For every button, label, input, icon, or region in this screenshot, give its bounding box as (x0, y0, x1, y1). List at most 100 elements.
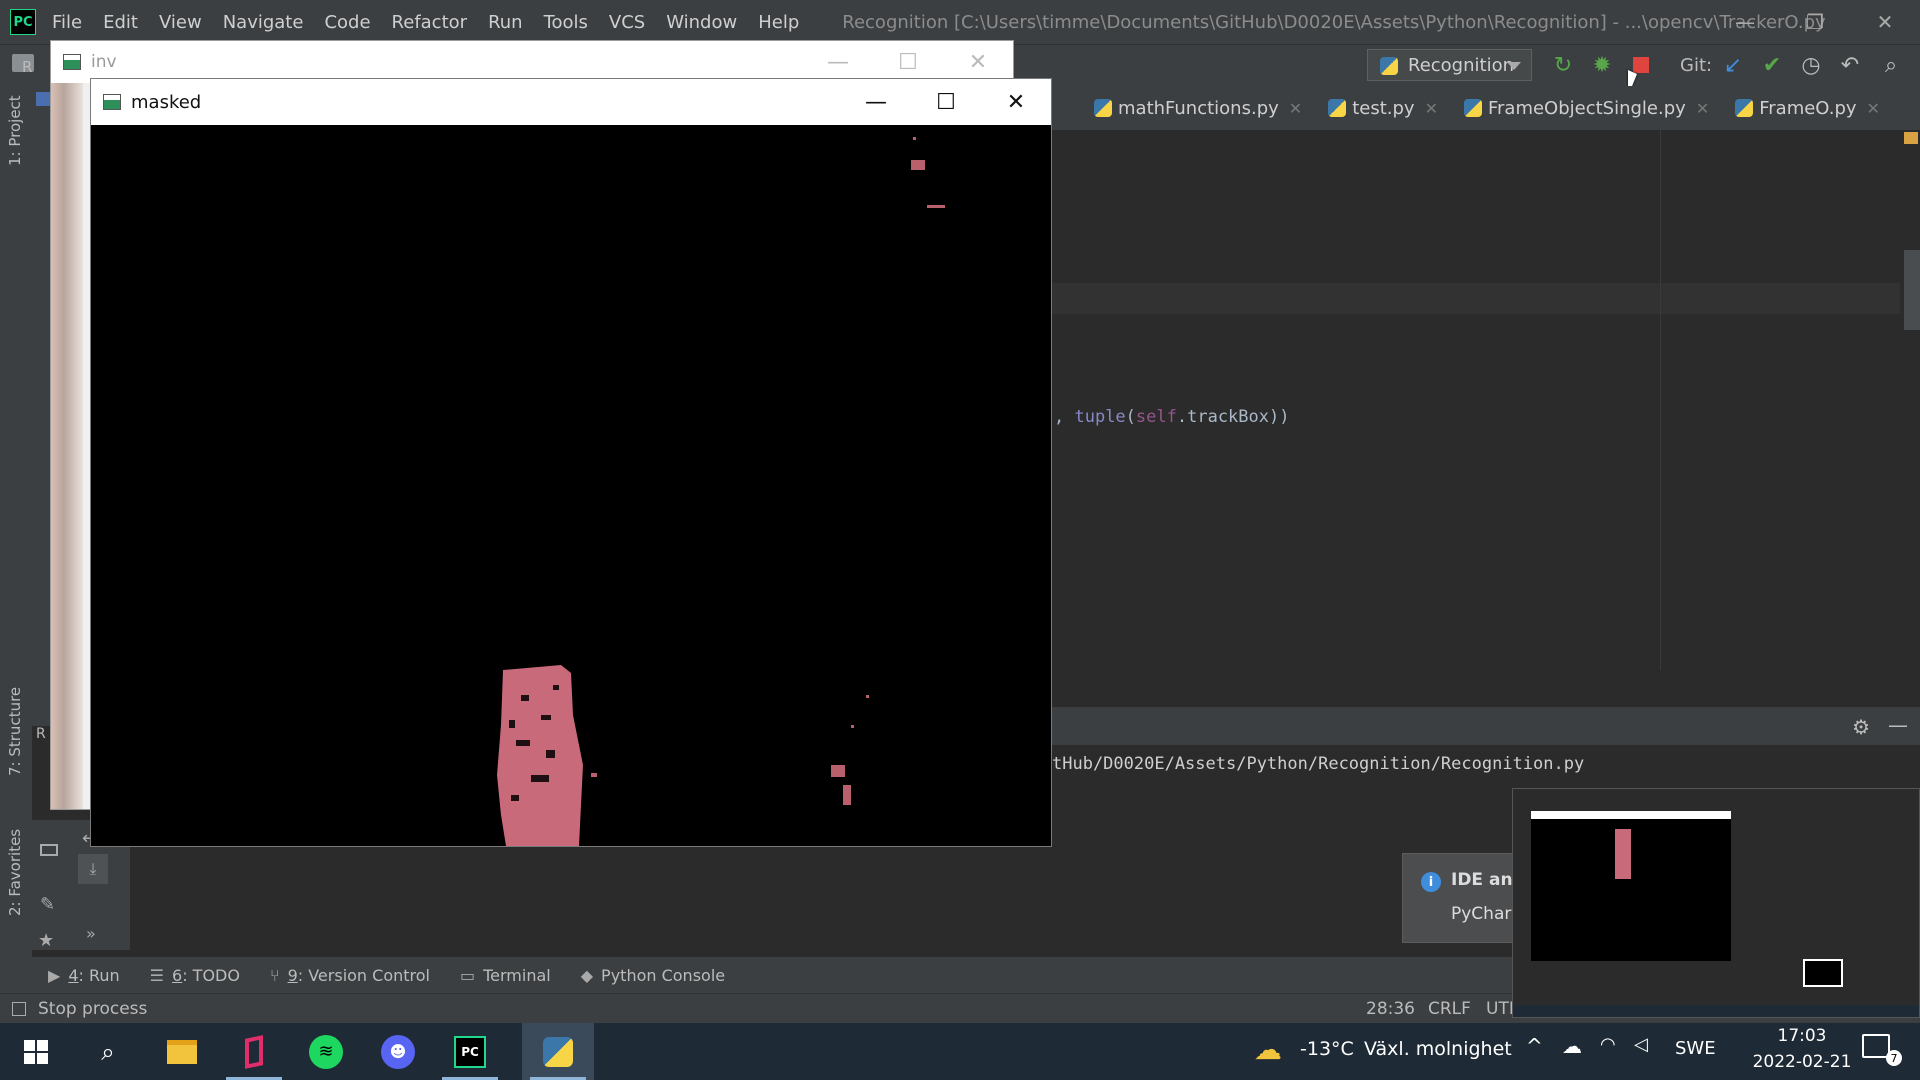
status-toggle-icon[interactable] (12, 1001, 26, 1016)
search-icon[interactable]: ⌕ (72, 1023, 144, 1080)
structure-tool-tab[interactable]: 7: Structure (6, 687, 24, 776)
rerun-icon[interactable]: ↻ (1548, 50, 1578, 80)
tab-test[interactable]: test.py ✕ (1328, 98, 1438, 119)
tab-label: FrameObjectSingle.py (1487, 97, 1686, 119)
onedrive-icon[interactable]: ☁ (1562, 1034, 1582, 1058)
inv-titlebar[interactable]: inv — ☐ ✕ (51, 41, 1013, 83)
tab-frameo[interactable]: FrameO.py ✕ (1735, 98, 1880, 119)
inv-minimize-button[interactable]: — (803, 41, 873, 83)
tab-python-console[interactable]: ◆ Python Console (581, 966, 725, 985)
tab-mathfunctions[interactable]: mathFunctions.py ✕ (1094, 98, 1302, 119)
tab-label: test.py (1352, 97, 1415, 119)
clock-time[interactable]: 17:03 (1752, 1026, 1852, 1046)
inv-maximize-button[interactable]: ☐ (873, 41, 943, 83)
language-indicator[interactable]: SWE (1675, 1038, 1716, 1059)
pycharm-icon: PC (454, 1035, 486, 1068)
masked-maximize-button[interactable]: ☐ (911, 79, 981, 125)
taskbar-python[interactable] (522, 1023, 594, 1080)
taskbar-file-explorer[interactable] (146, 1023, 218, 1080)
ide-close-button[interactable]: ✕ (1850, 0, 1920, 44)
preview-blob (1615, 829, 1631, 879)
menu-window[interactable]: Window (666, 12, 737, 33)
menu-vcs[interactable]: VCS (609, 12, 645, 33)
terminal-icon: ▭ (459, 965, 476, 985)
inv-close-button[interactable]: ✕ (943, 41, 1013, 83)
menu-run[interactable]: Run (488, 12, 523, 33)
layout-icon[interactable] (40, 844, 58, 856)
history-icon[interactable]: ◷ (1796, 50, 1826, 80)
tab-label: mathFunctions.py (1118, 97, 1279, 119)
git-update-icon[interactable]: ↙ (1718, 50, 1748, 80)
menu-file[interactable]: File (52, 12, 82, 33)
tray-chevron-up-icon[interactable]: ^ (1526, 1034, 1543, 1058)
taskbar-pycharm[interactable]: PC (434, 1023, 506, 1080)
inv-image (51, 83, 83, 809)
masked-close-button[interactable]: ✕ (981, 79, 1051, 125)
menu-navigate[interactable]: Navigate (223, 12, 304, 33)
tab-version-control[interactable]: ⑂ 9: Version Control (270, 966, 430, 985)
ide-minimize-button[interactable]: — (1710, 0, 1780, 44)
caret-position[interactable]: 28:36 (1366, 999, 1415, 1019)
project-tool-tab[interactable]: 1: Project (6, 95, 24, 166)
caret-line-highlight (1050, 283, 1920, 314)
start-button[interactable] (0, 1023, 72, 1080)
taskbar-discord[interactable]: ☻ (362, 1023, 434, 1080)
list-icon: ☰ (149, 965, 164, 985)
volume-icon[interactable]: ◁ (1634, 1034, 1648, 1055)
weather-icon[interactable]: ☁ (1254, 1033, 1282, 1066)
masked-window[interactable]: masked — ☐ ✕ (90, 78, 1052, 847)
close-icon[interactable]: ✕ (1289, 99, 1302, 118)
masked-titlebar[interactable]: masked — ☐ ✕ (91, 79, 1051, 125)
project-header-letter: R (22, 58, 33, 76)
taskbar-app-pink[interactable] (218, 1023, 290, 1080)
project-panel-edge: R (32, 86, 50, 742)
star-icon[interactable]: ★ (38, 930, 54, 951)
menu-edit[interactable]: Edit (103, 12, 138, 33)
close-icon[interactable]: ✕ (1867, 99, 1880, 118)
screenshot-preview[interactable] (1512, 788, 1920, 1018)
favorites-tool-tab[interactable]: 2: Favorites (6, 829, 24, 916)
tab-todo[interactable]: ☰ 6: TODO (150, 966, 240, 985)
python-file-icon (1094, 99, 1112, 117)
gear-icon[interactable]: ⚙ (1852, 715, 1870, 739)
code-editor[interactable] (1050, 130, 1920, 670)
wifi-icon[interactable]: ◠ (1600, 1034, 1616, 1055)
notification-popup[interactable]: i IDE and PyCharm (1402, 853, 1514, 943)
python-console-icon: ◆ (580, 965, 594, 985)
close-icon[interactable]: ✕ (1425, 99, 1438, 118)
clock-date[interactable]: 2022-02-21 (1732, 1052, 1872, 1072)
masked-title: masked (131, 91, 202, 113)
scrollbar-thumb[interactable] (1904, 250, 1920, 330)
tab-label: FrameO.py (1759, 97, 1857, 119)
weather-temp[interactable]: -13°C (1300, 1038, 1354, 1060)
masked-minimize-button[interactable]: — (841, 79, 911, 125)
taskbar-spotify[interactable]: ≋ (290, 1023, 362, 1080)
preview-taskbar (1513, 1005, 1919, 1017)
more-icon[interactable]: » (86, 924, 96, 943)
close-icon[interactable]: ✕ (1696, 99, 1709, 118)
menu-refactor[interactable]: Refactor (392, 12, 468, 33)
pin-icon[interactable]: ✎ (40, 894, 55, 915)
weather-text[interactable]: Växl. molnighet (1364, 1038, 1512, 1060)
menu-view[interactable]: View (159, 12, 202, 33)
search-icon[interactable]: ⌕ (1876, 50, 1906, 80)
tab-terminal[interactable]: ▭ Terminal (460, 966, 551, 985)
menu-code[interactable]: Code (324, 12, 370, 33)
masked-image (91, 125, 1051, 846)
line-separator[interactable]: CRLF (1428, 999, 1471, 1019)
editor-scrollbar[interactable] (1900, 130, 1920, 670)
menu-tools[interactable]: Tools (544, 12, 588, 33)
ide-restore-button[interactable]: ❐ (1780, 0, 1850, 44)
minimize-panel-icon[interactable]: — (1888, 713, 1908, 737)
tab-frameobjectsingle[interactable]: FrameObjectSingle.py ✕ (1463, 97, 1709, 119)
play-icon: ▶ (48, 965, 61, 985)
git-commit-icon[interactable]: ✔ (1757, 50, 1787, 80)
run-output-line: tHub/D0020E/Assets/Python/Recognition/Re… (1052, 754, 1585, 774)
scroll-to-end-icon[interactable]: ⤓ (78, 854, 108, 884)
tab-run[interactable]: ▶ 4: Run (48, 966, 120, 985)
run-config-dropdown[interactable]: Recognition (1367, 49, 1532, 81)
menu-help[interactable]: Help (758, 12, 799, 33)
revert-icon[interactable]: ↶ (1835, 50, 1865, 80)
debug-bug-icon[interactable]: ✹ (1587, 50, 1617, 80)
app-icon (245, 1034, 263, 1069)
